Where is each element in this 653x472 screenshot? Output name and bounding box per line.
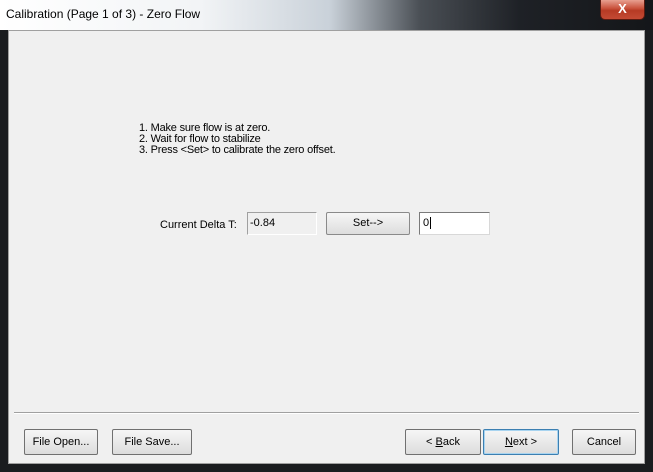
back-label-prefix: < <box>426 436 436 448</box>
instruction-step-3: 3. Press <Set> to calibrate the zero off… <box>139 144 336 156</box>
close-button[interactable]: X <box>600 0 645 20</box>
title-bar[interactable]: Calibration (Page 1 of 3) - Zero Flow X <box>0 0 653 30</box>
back-label-accel: B <box>435 436 443 448</box>
next-label-rest: ext > <box>512 436 538 448</box>
back-button[interactable]: < Back <box>405 429 481 455</box>
text-caret <box>430 217 432 230</box>
close-icon: X <box>618 1 627 16</box>
window-frame-left <box>0 30 8 472</box>
footer-separator <box>14 412 639 414</box>
window-title: Calibration (Page 1 of 3) - Zero Flow <box>6 7 201 21</box>
dialog-body: 1. Make sure flow is at zero. 2. Wait fo… <box>8 30 645 464</box>
file-save-button[interactable]: File Save... <box>112 429 192 455</box>
window-frame-bottom <box>0 464 653 472</box>
cancel-button[interactable]: Cancel <box>572 429 636 455</box>
current-delta-label: Current Delta T: <box>160 219 237 231</box>
set-button[interactable]: Set--> <box>326 212 410 235</box>
next-button[interactable]: Next > <box>483 429 559 455</box>
zero-offset-input[interactable]: 0 <box>419 212 490 235</box>
instructions: 1. Make sure flow is at zero. 2. Wait fo… <box>139 123 336 156</box>
calibration-window: Calibration (Page 1 of 3) - Zero Flow X … <box>0 0 653 472</box>
zero-offset-value: 0 <box>423 217 430 229</box>
next-label-accel: N <box>504 436 513 448</box>
current-delta-value: -0.84 <box>247 212 317 235</box>
window-frame-right <box>645 30 653 472</box>
back-label-rest: ack <box>442 436 460 448</box>
file-open-button[interactable]: File Open... <box>24 429 98 455</box>
